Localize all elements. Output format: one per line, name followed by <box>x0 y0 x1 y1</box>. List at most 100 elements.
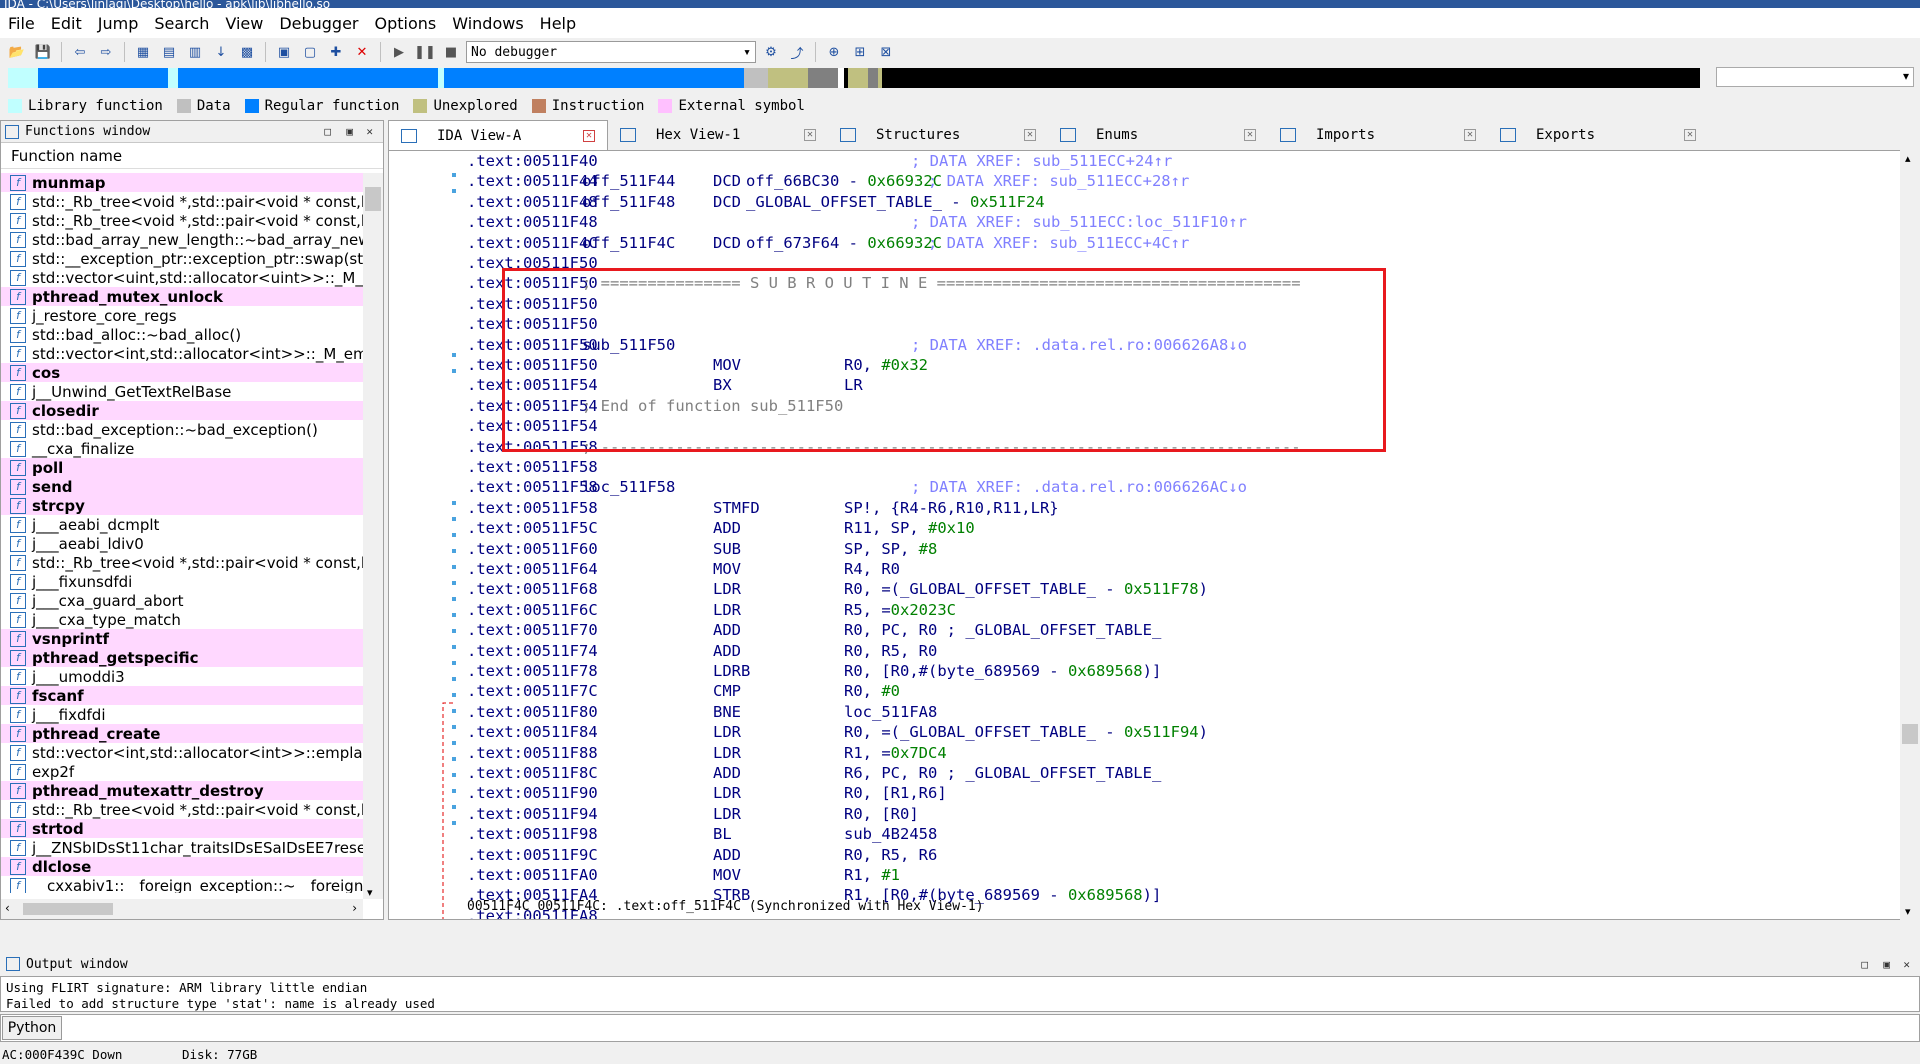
edit-function-icon[interactable]: ▢ <box>299 41 321 63</box>
tab-exports[interactable]: Exports ✕ <box>1488 120 1708 150</box>
open-folder-icon[interactable]: 📂 <box>6 41 28 63</box>
function-list-item[interactable]: f dlclose <box>1 857 363 876</box>
close-icon[interactable]: ✕ <box>1684 129 1696 141</box>
function-list-item[interactable]: f fscanf <box>1 686 363 705</box>
stop-icon[interactable]: ■ <box>440 41 462 63</box>
close-icon[interactable]: ✕ <box>366 125 373 138</box>
chevron-down-icon[interactable]: ▾ <box>1905 905 1911 918</box>
disassembly-view[interactable]: .text:00511F40 ; DATA XREF: sub_511ECC+24… <box>388 150 1920 920</box>
maximize-icon[interactable]: □ <box>1861 958 1868 971</box>
function-list-item[interactable]: f closedir <box>1 401 363 420</box>
close-icon[interactable]: ✕ <box>1244 129 1256 141</box>
function-list-item[interactable]: f std::_Rb_tree<void *,std::pair<void * c… <box>1 211 363 230</box>
menu-help[interactable]: Help <box>540 14 576 33</box>
menu-view[interactable]: View <box>225 14 263 33</box>
trace-icon[interactable]: ⊞ <box>849 41 871 63</box>
plugin-icon[interactable]: ✚ <box>325 41 347 63</box>
segment-select[interactable]: ▾ <box>1716 67 1914 87</box>
function-list-item[interactable]: f j___fixdfdi <box>1 705 363 724</box>
function-list-item[interactable]: f pthread_mutex_unlock <box>1 287 363 306</box>
menu-options[interactable]: Options <box>375 14 437 33</box>
command-line-input[interactable] <box>0 1014 1920 1042</box>
python-language-button[interactable]: Python <box>2 1016 62 1040</box>
debugger-select[interactable]: No debugger ▾ <box>466 41 756 63</box>
function-list-item[interactable]: f cos <box>1 363 363 382</box>
play-icon[interactable]: ▶ <box>388 41 410 63</box>
function-list-item[interactable]: f std::_Rb_tree<void *,std::pair<void * c… <box>1 553 363 572</box>
menu-edit[interactable]: Edit <box>51 14 82 33</box>
function-list-item[interactable]: f exp2f <box>1 762 363 781</box>
save-icon[interactable]: 💾 <box>32 41 54 63</box>
function-list-item[interactable]: f std::bad_exception::~bad_exception() <box>1 420 363 439</box>
close-icon[interactable]: ✕ <box>1464 129 1476 141</box>
function-list-item[interactable]: f j___cxa_type_match <box>1 610 363 629</box>
disassembly-vertical-scrollbar[interactable]: ▴ ▾ <box>1900 150 1920 920</box>
functions-horizontal-scrollbar[interactable]: ‹ › <box>1 899 363 919</box>
function-list-item[interactable]: f j___aeabi_dcmplt <box>1 515 363 534</box>
function-list-item[interactable]: f j___fixunsdfdi <box>1 572 363 591</box>
search-next-icon[interactable]: ▥ <box>184 41 206 63</box>
function-list-item[interactable]: f std::_Rb_tree<void *,std::pair<void * c… <box>1 192 363 211</box>
function-list-item[interactable]: f j__ZNSbIDsSt11char_traitsIDsESaIDsEE7re… <box>1 838 363 857</box>
function-list-item[interactable]: f poll <box>1 458 363 477</box>
function-list-item[interactable]: f pthread_getspecific <box>1 648 363 667</box>
function-list-item[interactable]: f pthread_create <box>1 724 363 743</box>
function-list-item[interactable]: f j___umoddi3 <box>1 667 363 686</box>
function-list-item[interactable]: f vsnprintf <box>1 629 363 648</box>
function-list-item[interactable]: f std::bad_array_new_length::~bad_array_n… <box>1 230 363 249</box>
function-list-item[interactable]: f strcpy <box>1 496 363 515</box>
create-function-icon[interactable]: ▣ <box>273 41 295 63</box>
forward-arrow-icon[interactable]: ⇨ <box>95 41 117 63</box>
function-list-item[interactable]: f std::_Rb_tree<void *,std::pair<void * c… <box>1 800 363 819</box>
menu-debugger[interactable]: Debugger <box>279 14 358 33</box>
function-list-item[interactable]: f j___cxa_guard_abort <box>1 591 363 610</box>
delete-icon[interactable]: ✕ <box>351 41 373 63</box>
binary-search-icon[interactable]: ▦ <box>132 41 154 63</box>
menu-jump[interactable]: Jump <box>98 14 139 33</box>
chevron-down-icon[interactable]: ▾ <box>367 886 373 899</box>
attach-icon[interactable]: ⤴ <box>786 41 808 63</box>
function-list[interactable]: f munmap f std::_Rb_tree<void *,std::pair<v… <box>1 173 363 893</box>
function-list-item[interactable]: f j__Unwind_GetTextRelBase <box>1 382 363 401</box>
tab-ida-view-a[interactable]: IDA View-A ✕ <box>388 120 608 150</box>
tab-imports[interactable]: Imports ✕ <box>1268 120 1488 150</box>
function-list-item[interactable]: f j___aeabi_ldiv0 <box>1 534 363 553</box>
function-list-item[interactable]: f __cxxabiv1::__foreign_exception::~__for… <box>1 876 363 893</box>
debug-options-icon[interactable]: ⚙ <box>760 41 782 63</box>
text-search-icon[interactable]: ▤ <box>158 41 180 63</box>
scrollbar-thumb[interactable] <box>365 187 381 211</box>
chevron-up-icon[interactable]: ▴ <box>1905 152 1911 165</box>
function-list-item[interactable]: f std::vector<uint,std::allocator<uint>>:… <box>1 268 363 287</box>
function-list-item[interactable]: f strtod <box>1 819 363 838</box>
scrollbar-thumb[interactable] <box>23 903 113 915</box>
functions-vertical-scrollbar[interactable]: ▾ <box>363 173 383 899</box>
chevron-right-icon[interactable]: › <box>352 901 357 915</box>
scrollbar-thumb[interactable] <box>1902 724 1918 744</box>
menu-file[interactable]: File <box>8 14 35 33</box>
breakpoint-icon[interactable]: ⊕ <box>823 41 845 63</box>
tools-icon[interactable]: ⊠ <box>875 41 897 63</box>
maximize-icon[interactable]: □ <box>324 125 331 138</box>
menu-search[interactable]: Search <box>154 14 209 33</box>
function-list-item[interactable]: f std::vector<int,std::allocator<int>>::e… <box>1 743 363 762</box>
function-list-item[interactable]: f std::vector<int,std::allocator<int>>::_… <box>1 344 363 363</box>
function-list-item[interactable]: f __cxa_finalize <box>1 439 363 458</box>
function-list-item[interactable]: f std::__exception_ptr::exception_ptr::sw… <box>1 249 363 268</box>
tab-structures[interactable]: Structures ✕ <box>828 120 1048 150</box>
jump-icon[interactable]: ↓ <box>210 41 232 63</box>
graph-icon[interactable]: ▩ <box>236 41 258 63</box>
column-header-function-name[interactable]: Function name <box>1 143 383 169</box>
function-list-item[interactable]: f pthread_mutexattr_destroy <box>1 781 363 800</box>
pause-icon[interactable]: ❚❚ <box>414 41 436 63</box>
close-icon[interactable]: ✕ <box>1903 958 1910 971</box>
back-arrow-icon[interactable]: ⇦ <box>69 41 91 63</box>
close-icon[interactable]: ✕ <box>804 129 816 141</box>
chevron-left-icon[interactable]: ‹ <box>5 901 10 915</box>
tab-hex-view-1[interactable]: Hex View-1 ✕ <box>608 120 828 150</box>
menu-windows[interactable]: Windows <box>452 14 523 33</box>
function-list-item[interactable]: f std::bad_alloc::~bad_alloc() <box>1 325 363 344</box>
function-list-item[interactable]: f j_restore_core_regs <box>1 306 363 325</box>
function-list-item[interactable]: f munmap <box>1 173 363 192</box>
restore-icon[interactable]: ▣ <box>346 125 353 138</box>
function-list-item[interactable]: f send <box>1 477 363 496</box>
